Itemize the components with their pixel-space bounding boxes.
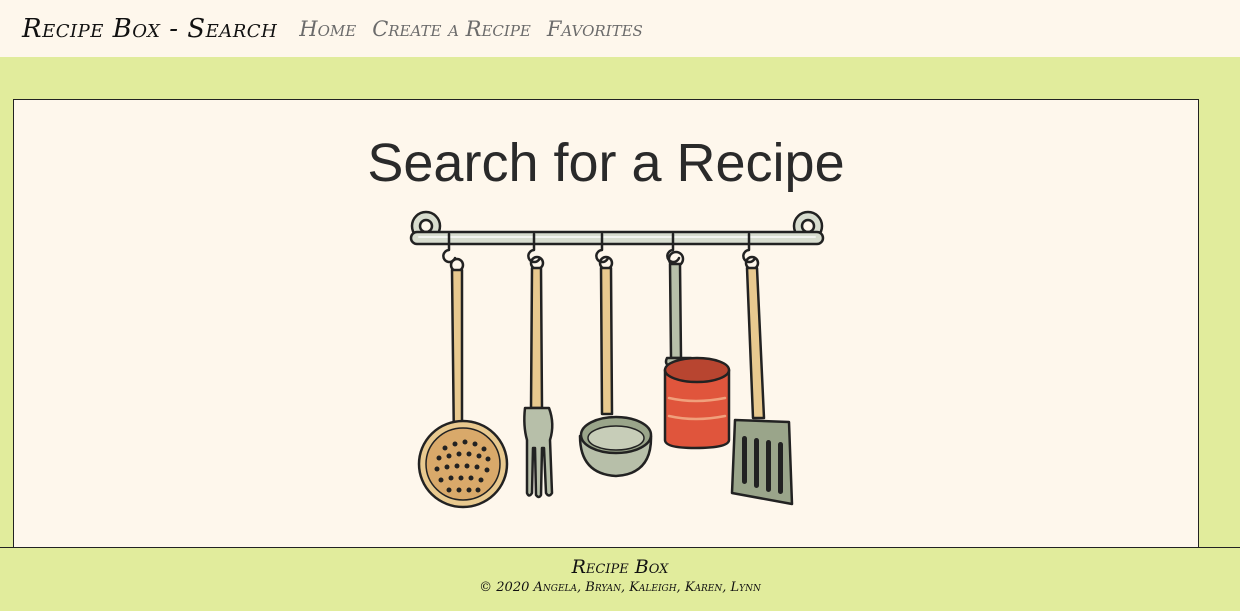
page-footer: Recipe Box © 2020 Angela, Bryan, Kaleigh… xyxy=(0,547,1240,611)
top-navbar: Recipe Box - Search Home Create a Recipe… xyxy=(0,0,1240,57)
nav-link-home[interactable]: Home xyxy=(299,17,356,41)
nav-link-create-recipe[interactable]: Create a Recipe xyxy=(372,17,531,41)
footer-credit: © 2020 Angela, Bryan, Kaleigh, Karen, Ly… xyxy=(479,580,761,595)
page-title: Search for a Recipe xyxy=(367,133,845,193)
brand-link[interactable]: Recipe Box - Search xyxy=(22,14,277,44)
footer-title: Recipe Box xyxy=(571,556,669,578)
hanging-kitchen-utensils-icon xyxy=(395,208,835,522)
search-panel: Search for a Recipe xyxy=(13,99,1199,569)
nav-link-favorites[interactable]: Favorites xyxy=(547,17,643,41)
